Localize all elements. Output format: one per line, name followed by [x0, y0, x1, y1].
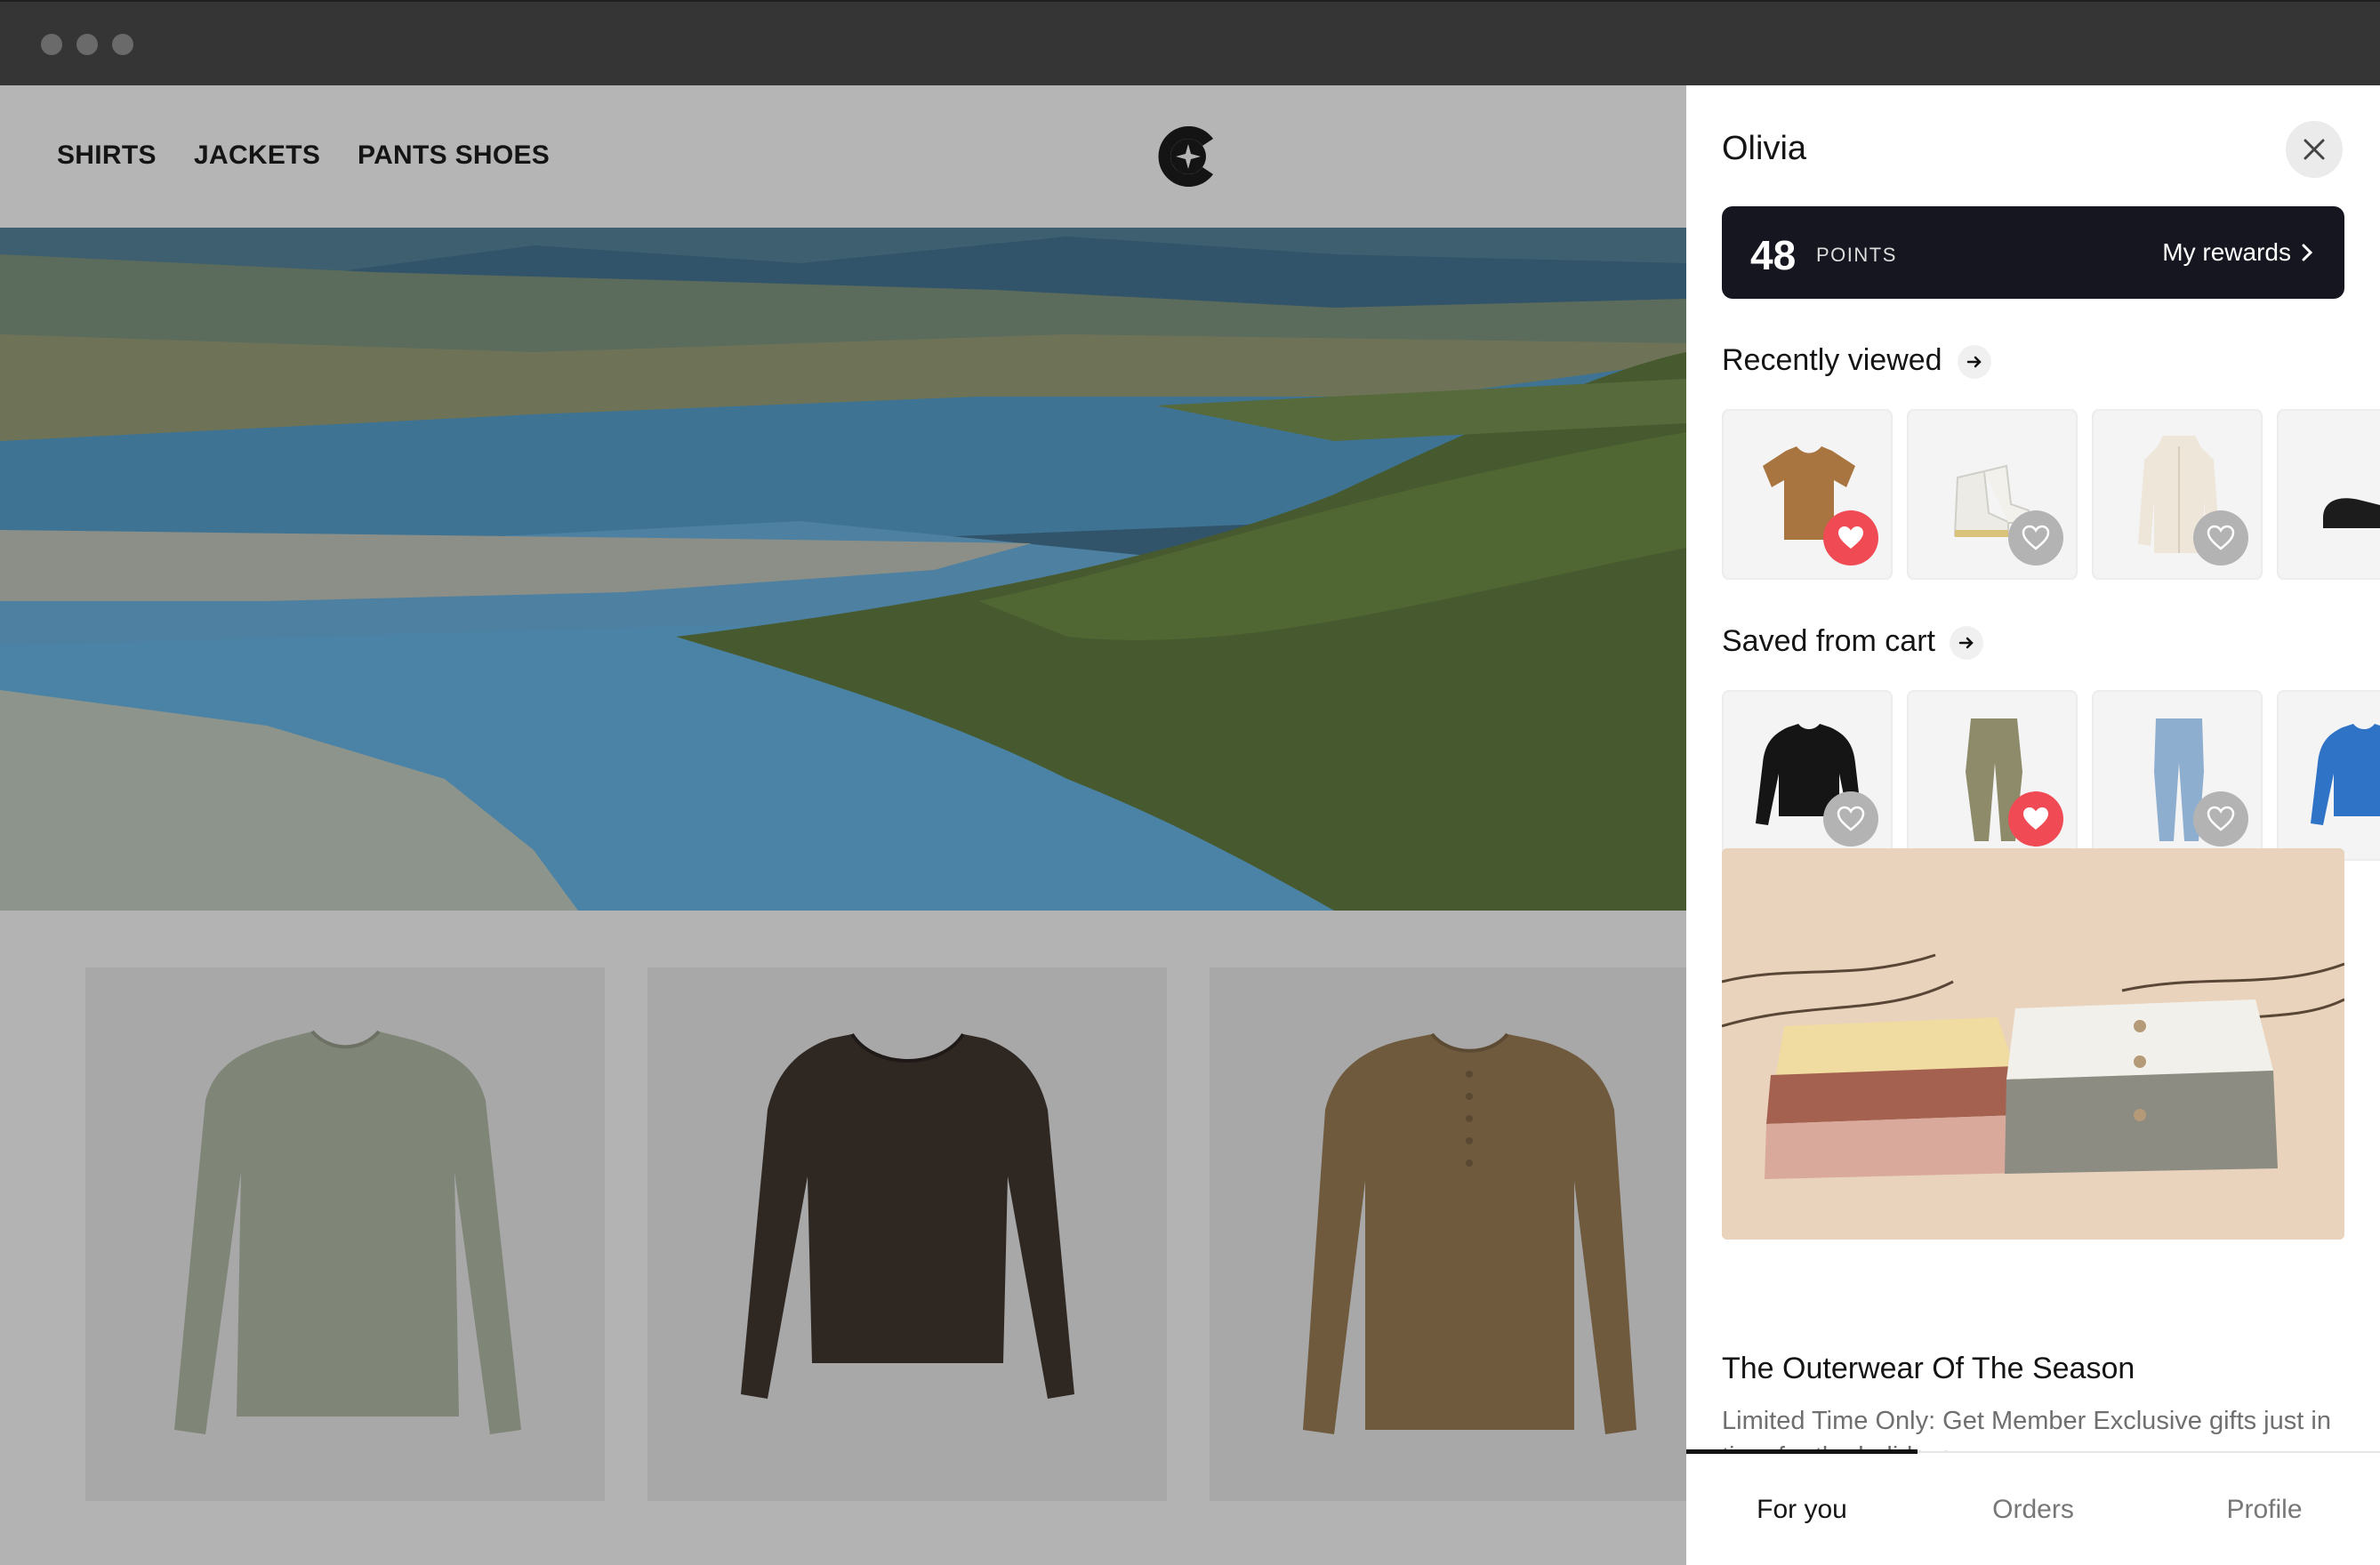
window-titlebar [0, 0, 2380, 85]
heart-outline-icon [2207, 806, 2235, 831]
user-name: Olivia [1722, 130, 1807, 167]
heart-outline-icon [1837, 806, 1865, 831]
product-card-long-sleeve-scoop[interactable] [647, 967, 1167, 1501]
product-thumbnail [2323, 498, 2380, 528]
heart-outline-icon [2022, 525, 2050, 550]
recently-viewed-title[interactable]: Recently viewed [1722, 343, 1942, 378]
shirt-image [741, 1032, 1074, 1399]
account-panel: Olivia 48 POINTS My rewards Recently vie… [1686, 85, 2380, 1565]
tab-orders[interactable]: Orders [1918, 1453, 2149, 1565]
my-rewards-link[interactable]: My rewards [2162, 238, 2291, 267]
window-zoom-dot[interactable] [112, 34, 133, 55]
window-minimize-dot[interactable] [76, 34, 98, 55]
saved-item-trousers[interactable] [1907, 690, 2078, 861]
favorite-toggle[interactable] [2193, 510, 2248, 566]
heart-filled-icon [2023, 807, 2048, 830]
close-button[interactable] [2286, 121, 2343, 178]
shirt-image [174, 1030, 521, 1434]
store-header: SHIRTS JACKETS PANTS SHOES [0, 85, 1686, 228]
window-close-dot[interactable] [41, 34, 62, 55]
recent-item-tshirt[interactable] [1722, 409, 1893, 580]
favorite-toggle[interactable] [2008, 510, 2063, 566]
saved-item-jeans[interactable] [2092, 690, 2263, 861]
points-label: POINTS [1816, 244, 1897, 266]
heart-filled-icon [1838, 526, 1863, 549]
favorite-toggle[interactable] [2008, 791, 2063, 847]
recently-viewed-arrow[interactable] [1958, 345, 1991, 379]
brand-logo-icon[interactable] [1151, 119, 1226, 194]
nav-jackets[interactable]: JACKETS [194, 140, 320, 171]
saved-from-cart-arrow[interactable] [1950, 626, 1983, 660]
shirt-image [1303, 1032, 1636, 1434]
favorite-toggle[interactable] [2193, 791, 2248, 847]
hero-landscape-image [0, 228, 1686, 911]
points-value: 48 [1750, 232, 1797, 278]
nav-pants-shoes[interactable]: PANTS SHOES [358, 140, 550, 171]
promo-image[interactable] [1722, 848, 2344, 1240]
saved-from-cart-title[interactable]: Saved from cart [1722, 624, 1935, 659]
tab-profile[interactable]: Profile [2149, 1453, 2380, 1565]
favorite-toggle[interactable] [1823, 791, 1878, 847]
recent-item-loafers[interactable] [2277, 409, 2380, 580]
product-card-henley[interactable] [1210, 967, 1686, 1501]
arrow-right-icon [1966, 356, 1982, 368]
heart-outline-icon [2207, 525, 2235, 550]
bottom-tab-bar: For you Orders Profile [1686, 1449, 2380, 1565]
recent-item-boots[interactable] [1907, 409, 2078, 580]
points-card[interactable]: 48 POINTS My rewards [1722, 206, 2344, 299]
store-page: SHIRTS JACKETS PANTS SHOES [0, 85, 1686, 1565]
tab-for-you[interactable]: For you [1686, 1453, 1918, 1565]
arrow-right-icon [1958, 637, 1974, 649]
product-card-long-sleeve-crew[interactable] [85, 967, 605, 1501]
promo-title[interactable]: The Outerwear Of The Season [1722, 1352, 2135, 1386]
recent-item-cardigan[interactable] [2092, 409, 2263, 580]
chevron-right-icon [2302, 244, 2313, 261]
close-icon [2304, 139, 2325, 160]
product-thumbnail [2311, 724, 2380, 825]
saved-item-blue-sweater[interactable] [2277, 690, 2380, 861]
nav-shirts[interactable]: SHIRTS [57, 140, 157, 171]
saved-item-sweater[interactable] [1722, 690, 1893, 861]
favorite-toggle[interactable] [1823, 510, 1878, 566]
